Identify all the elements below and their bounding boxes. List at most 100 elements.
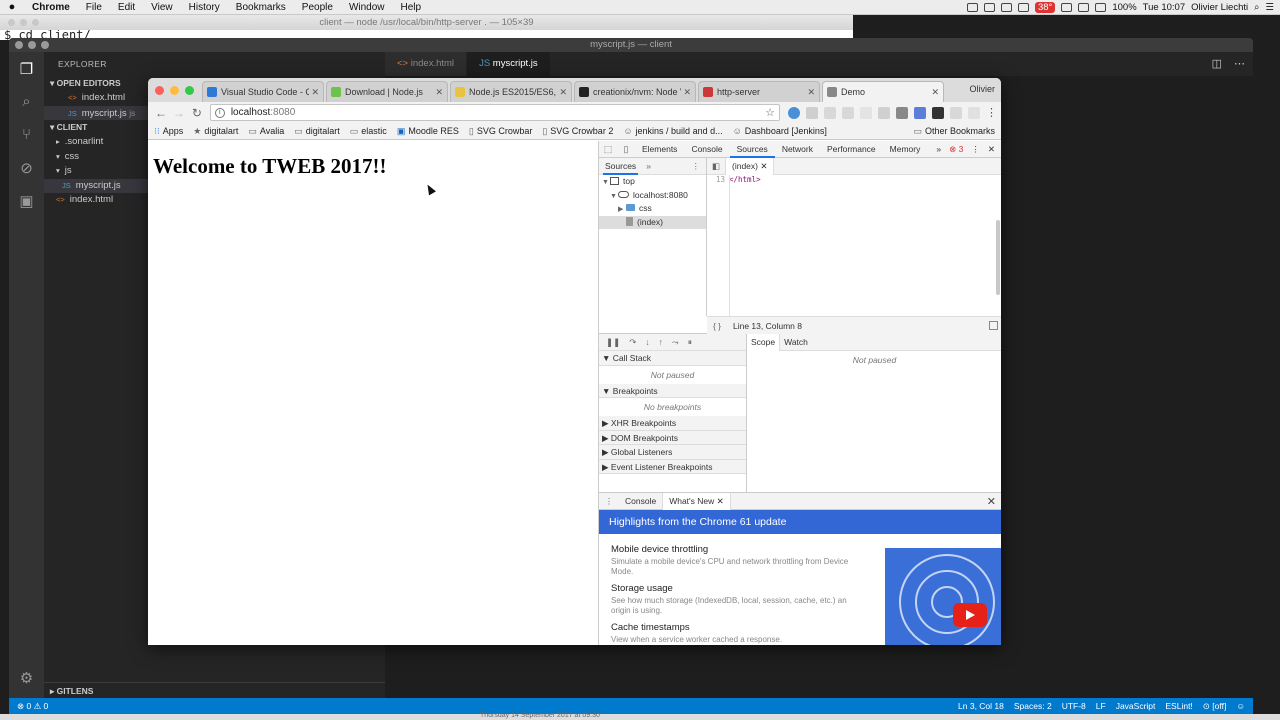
close-icon[interactable]: ✕ [760, 161, 767, 171]
editor-scrollbar[interactable] [996, 220, 1000, 295]
pause-on-exceptions-icon[interactable]: ⏸ [688, 337, 692, 348]
window-icon[interactable] [1017, 2, 1029, 12]
devtools-menu-icon[interactable]: ⋮ [971, 144, 980, 155]
navigator-menu-icon[interactable]: ⋮ [692, 161, 701, 172]
address-bar[interactable]: i localhost:8080 ☆ [209, 104, 780, 121]
zoom-window-icon[interactable] [185, 86, 194, 95]
drawer-tab-console[interactable]: Console [619, 493, 662, 510]
bookmark-moodle[interactable]: ▣ Moodle RES [397, 126, 459, 137]
problems-count[interactable]: ⊗ 0 ⚠ 0 [9, 701, 48, 712]
devtools-tab-network[interactable]: Network [775, 141, 820, 158]
bookmark-avalia[interactable]: ▭ Avalia [248, 126, 284, 137]
bookmark-svg-crowbar-2[interactable]: ▯ SVG Crowbar 2 [542, 126, 613, 137]
browser-tab[interactable]: Node.js ES2015/ES6, ✕ [450, 81, 572, 102]
coverage-icon[interactable] [989, 321, 998, 330]
devtools-tab-sources[interactable]: Sources [729, 141, 775, 158]
whats-new-item[interactable]: Cache timestamps View when a service wor… [611, 622, 851, 645]
bookmark-apps[interactable]: ⁝⁝ Apps [154, 126, 183, 137]
extensions-icon[interactable]: ▣ [9, 184, 44, 217]
bookmark-svg-crowbar[interactable]: ▯ SVG Crowbar [469, 126, 532, 137]
menu-help[interactable]: Help [393, 2, 430, 13]
call-stack-header[interactable]: ▼ Call Stack [599, 351, 746, 366]
explorer-icon[interactable]: ❐ [9, 52, 44, 85]
more-actions-icon[interactable]: ⋯ [1234, 52, 1245, 76]
event-listener-breakpoints-header[interactable]: ▶ Event Listener Breakpoints [599, 459, 746, 474]
menu-view[interactable]: View [143, 2, 181, 13]
pause-icon[interactable]: ❚❚ [606, 337, 620, 348]
bookmark-digitalart-folder[interactable]: ▭ digitalart [294, 126, 340, 137]
close-tab-icon[interactable]: ✕ [931, 87, 939, 98]
extension-icon[interactable] [895, 106, 908, 119]
tab-myscript-js[interactable]: JS myscript.js [467, 52, 551, 76]
chrome-window-controls[interactable] [155, 86, 194, 95]
cursor-position[interactable]: Ln 3, Col 18 [958, 701, 1004, 712]
device-toolbar-icon[interactable]: ▯ [617, 144, 635, 155]
line-number[interactable]: 13 [707, 175, 729, 184]
close-tab-icon[interactable]: ✕ [435, 87, 443, 98]
bluetooth-icon[interactable] [1061, 2, 1073, 12]
extension-icon[interactable] [877, 106, 890, 119]
notification-center-icon[interactable]: ☰ [1265, 2, 1274, 13]
pretty-print-icon[interactable]: { } [707, 321, 727, 331]
menu-edit[interactable]: Edit [110, 2, 143, 13]
navigator-tab-sources[interactable]: Sources [603, 158, 639, 175]
close-icon[interactable]: ✕ [717, 496, 724, 506]
devtools-tab-performance[interactable]: Performance [820, 141, 883, 158]
minimize-window-icon[interactable] [170, 86, 179, 95]
tab-index-html[interactable]: <> index.html [385, 52, 468, 76]
whats-new-video-thumbnail[interactable] [885, 548, 1001, 645]
browser-tab[interactable]: http-server ✕ [698, 81, 820, 102]
menu-bookmarks[interactable]: Bookmarks [228, 2, 294, 13]
gear-icon[interactable]: ⚙ [9, 661, 44, 694]
chrome-menu-icon[interactable]: ⋮ [986, 106, 997, 119]
close-tab-icon[interactable]: ✕ [559, 87, 567, 98]
close-tab-icon[interactable]: ✕ [311, 87, 319, 98]
bookmark-elastic[interactable]: ▭ elastic [350, 126, 387, 137]
sync-icon[interactable] [1000, 2, 1012, 12]
whats-new-item[interactable]: Mobile device throttling Simulate a mobi… [611, 544, 851, 576]
profile-button[interactable]: Olivier [969, 84, 995, 94]
tree-host[interactable]: ▼ localhost:8080 [599, 189, 706, 203]
deactivate-breakpoints-icon[interactable]: ⤳ [672, 337, 679, 348]
back-icon[interactable]: ← [152, 106, 170, 120]
dom-breakpoints-header[interactable]: ▶ DOM Breakpoints [599, 430, 746, 445]
source-control-icon[interactable]: ⑂ [9, 118, 44, 151]
dropbox-icon[interactable] [983, 2, 995, 12]
eslint-status[interactable]: ESLint! [1165, 701, 1192, 712]
forward-icon[interactable]: → [170, 106, 188, 120]
close-tab-icon[interactable]: ✕ [683, 87, 691, 98]
menu-window[interactable]: Window [341, 2, 393, 13]
gitlens-section[interactable]: ▸ GITLENS [44, 682, 385, 698]
extension-icon[interactable] [967, 106, 980, 119]
code-line[interactable]: 13 </html> [707, 175, 1001, 184]
global-listeners-header[interactable]: ▶ Global Listeners [599, 445, 746, 460]
close-devtools-icon[interactable]: ✕ [988, 144, 995, 155]
wifi-icon[interactable] [1078, 2, 1090, 12]
step-over-icon[interactable]: ↷ [629, 337, 636, 348]
step-out-icon[interactable]: ↑ [659, 337, 663, 347]
tree-file-index[interactable]: (index) [599, 215, 706, 229]
split-editor-icon[interactable]: ◫ [1212, 52, 1222, 76]
spotlight-icon[interactable]: ⌕ [1254, 2, 1259, 13]
extension-icon[interactable] [949, 106, 962, 119]
source-file-tab[interactable]: (index) ✕ [725, 157, 775, 175]
extension-icon[interactable] [859, 106, 872, 119]
bookmark-star-icon[interactable]: ☆ [765, 106, 775, 119]
more-tabs-icon[interactable]: » [646, 161, 651, 171]
tab-watch[interactable]: Watch [780, 334, 812, 351]
close-window-icon[interactable] [155, 86, 164, 95]
devtools-tab-memory[interactable]: Memory [883, 141, 928, 158]
menu-app-name[interactable]: Chrome [24, 2, 78, 13]
drawer-tab-whats-new[interactable]: What's New ✕ [662, 492, 731, 510]
extension-globe-icon[interactable] [787, 106, 800, 119]
extension-icon[interactable] [841, 106, 854, 119]
bookmark-jenkins-build[interactable]: ☺ jenkins / build and d... [623, 126, 722, 136]
bookmark-jenkins-dashboard[interactable]: ☺ Dashboard [Jenkins] [733, 126, 827, 136]
indentation[interactable]: Spaces: 2 [1014, 701, 1052, 712]
close-drawer-icon[interactable]: ✕ [987, 495, 996, 508]
more-tabs-icon[interactable]: » [936, 144, 941, 154]
apple-menu-icon[interactable]: ● [0, 1, 24, 13]
line-ending[interactable]: LF [1096, 701, 1106, 712]
whats-new-item[interactable]: Storage usage See how much storage (Inde… [611, 583, 851, 615]
youtube-play-icon[interactable] [953, 603, 987, 627]
